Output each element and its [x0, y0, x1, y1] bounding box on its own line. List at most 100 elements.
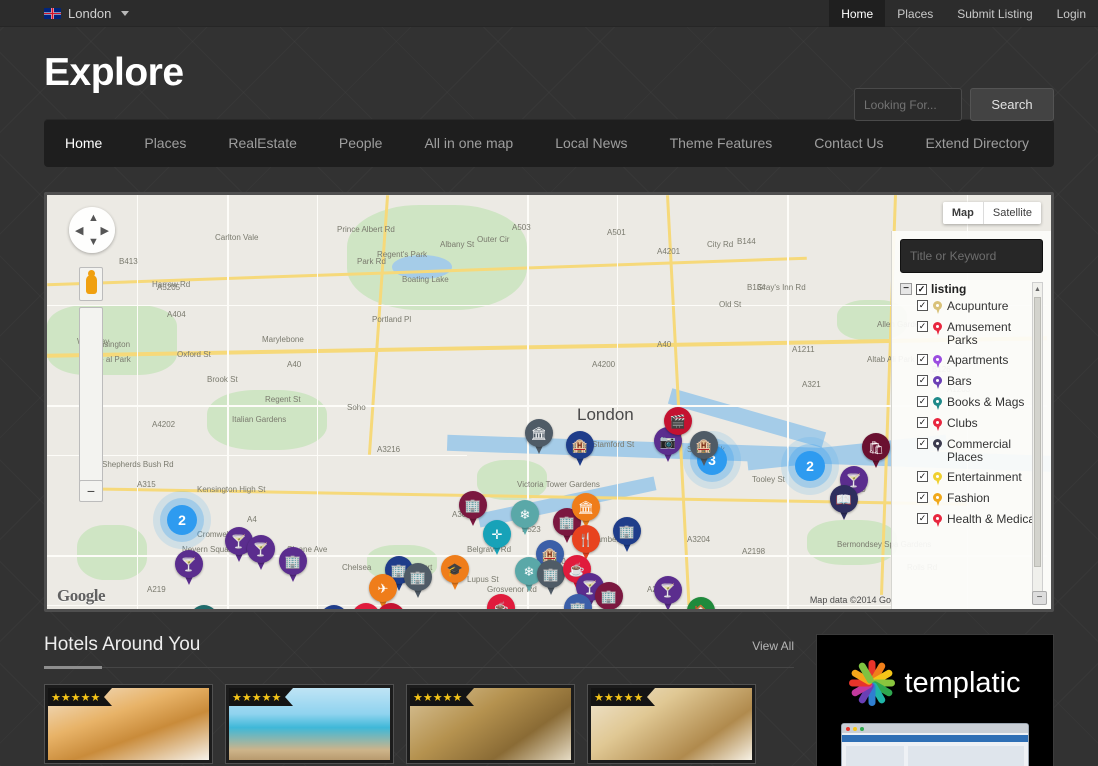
topnav-item-submit-listing[interactable]: Submit Listing: [945, 0, 1044, 27]
map-pin[interactable]: ☕: [487, 594, 515, 609]
map-pin[interactable]: 🏢: [404, 563, 432, 600]
map-pin[interactable]: 🏨: [566, 431, 594, 468]
category-label: Books & Mags: [947, 395, 1025, 409]
templatic-screenshot: [841, 723, 1029, 766]
food-plate-photo[interactable]: ★★★★★: [48, 688, 209, 760]
nav-item-places[interactable]: Places: [123, 119, 207, 167]
hotel-bedroom-photo[interactable]: ★★★★★: [591, 688, 752, 760]
category-checkbox[interactable]: ✓: [917, 438, 928, 449]
hotel-card[interactable]: ★★★★★: [587, 684, 756, 764]
category-tree-root[interactable]: − ✓ listing: [900, 282, 1043, 296]
category-row[interactable]: ✓ Apartments: [917, 354, 1043, 368]
map-pin[interactable]: 📖: [830, 485, 858, 522]
nav-item-people[interactable]: People: [318, 119, 404, 167]
category-row[interactable]: ✓ Entertainment: [917, 471, 1043, 485]
nav-item-local-news[interactable]: Local News: [534, 119, 648, 167]
category-row[interactable]: ✓ Books & Mags: [917, 396, 1043, 410]
category-checkbox[interactable]: ✓: [917, 471, 928, 482]
scroll-up-icon[interactable]: ▲: [1034, 285, 1041, 295]
map-pin[interactable]: 🏠: [687, 597, 715, 609]
map-pin[interactable]: 🏢: [595, 582, 623, 609]
map-pin[interactable]: 🛍: [862, 433, 890, 470]
city-selector[interactable]: London: [44, 6, 130, 21]
beach-resort-photo[interactable]: ★★★★★: [229, 688, 390, 760]
map-label: B144: [737, 237, 756, 246]
map-pin[interactable]: ☎: [190, 605, 218, 609]
map-pin[interactable]: 🍸: [247, 535, 275, 572]
street-view-pegman-icon[interactable]: [79, 267, 103, 301]
star-rating-ribbon: ★★★★★: [229, 688, 294, 706]
category-row[interactable]: ✓ Amusement Parks: [917, 321, 1043, 347]
map-pin[interactable]: ⊖: [320, 605, 348, 609]
category-row[interactable]: ✓ Commercial Places: [917, 438, 1043, 464]
pan-control-icon[interactable]: ▲ ▼ ◀ ▶: [69, 207, 115, 253]
map-pin[interactable]: 🏢: [613, 517, 641, 554]
map-cluster-marker[interactable]: 2: [167, 505, 197, 535]
topnav-item-login[interactable]: Login: [1045, 0, 1098, 27]
map-widget[interactable]: Carlton Vale B413 A5205 Harrow Rd Kensington…: [44, 192, 1054, 612]
listing-checkbox[interactable]: ✓: [916, 283, 927, 295]
category-checkbox[interactable]: ✓: [917, 300, 928, 311]
category-checkbox[interactable]: ✓: [917, 513, 928, 524]
category-scrollbar[interactable]: ▲: [1032, 282, 1043, 594]
nav-item-extend-directory[interactable]: Extend Directory: [905, 119, 1050, 167]
category-row[interactable]: ✓ Health & Medical: [917, 513, 1043, 527]
map-pin[interactable]: 🍸: [175, 550, 203, 587]
category-checkbox[interactable]: ✓: [917, 354, 928, 365]
map-pin[interactable]: 🍸: [654, 576, 682, 609]
map-pin[interactable]: 🏛: [525, 419, 553, 456]
map-label: A3216: [377, 445, 401, 454]
category-checkbox[interactable]: ✓: [917, 492, 928, 503]
map-filter-panel: − ✓ listing ✓Acupunture✓Amusement Parks✓…: [891, 231, 1051, 609]
search-input[interactable]: [854, 88, 962, 121]
zoom-out-button[interactable]: −: [79, 480, 103, 502]
zoom-slider[interactable]: [79, 307, 103, 482]
map-road: [527, 195, 529, 609]
map-cluster-marker[interactable]: 2: [795, 451, 825, 481]
view-all-link[interactable]: View All: [752, 639, 794, 653]
section-title: Hotels Around You: [44, 634, 201, 655]
nav-item-home[interactable]: Home: [44, 119, 123, 167]
category-label: Commercial Places: [947, 437, 1012, 464]
hotel-card[interactable]: ★★★★★: [225, 684, 394, 764]
templatic-starburst-icon: [849, 660, 896, 706]
nav-item-theme-features[interactable]: Theme Features: [649, 119, 794, 167]
hotel-card[interactable]: ★★★★★: [406, 684, 575, 764]
scrollbar-thumb[interactable]: [1034, 297, 1041, 567]
topnav-item-places[interactable]: Places: [885, 0, 945, 27]
category-pin-icon: [933, 418, 942, 431]
map-keyword-input[interactable]: [900, 239, 1043, 273]
category-list: ✓ Acupunture ✓ Amusement Parks ✓ Apartments ✓ B…: [900, 300, 1043, 527]
templatic-ad-widget[interactable]: templatic: [816, 634, 1054, 766]
category-checkbox[interactable]: ✓: [917, 396, 928, 407]
map-label: A404: [167, 310, 186, 319]
category-row[interactable]: ✓ Acupunture: [917, 300, 1043, 314]
nav-item-all-in-one-map[interactable]: All in one map: [403, 119, 534, 167]
map-label: A3204: [687, 535, 711, 544]
collapse-tree-icon[interactable]: −: [900, 283, 912, 295]
screenshot-titlebar: [842, 724, 1028, 733]
site-logo[interactable]: Explore: [44, 51, 184, 95]
hotel-card[interactable]: ★★★★★: [44, 684, 213, 764]
category-row[interactable]: ✓ Bars: [917, 375, 1043, 389]
map-label: A4201: [657, 247, 681, 256]
category-row[interactable]: ✓ Fashion: [917, 492, 1043, 506]
nav-item-realestate[interactable]: RealEstate: [207, 119, 317, 167]
map-pin[interactable]: 🎓: [441, 555, 469, 592]
map-label: A40: [287, 360, 302, 369]
category-checkbox[interactable]: ✓: [917, 321, 928, 332]
map-pin[interactable]: 🏢: [279, 547, 307, 584]
category-checkbox[interactable]: ✓: [917, 417, 928, 428]
search-button[interactable]: Search: [970, 88, 1054, 121]
panel-collapse-button[interactable]: −: [1032, 591, 1047, 605]
map-pin[interactable]: ❄: [511, 500, 539, 537]
hotel-suite-photo[interactable]: ★★★★★: [410, 688, 571, 760]
map-pin[interactable]: 🏢: [537, 560, 565, 597]
category-checkbox[interactable]: ✓: [917, 375, 928, 386]
category-row[interactable]: ✓ Clubs: [917, 417, 1043, 431]
topnav-item-home[interactable]: Home: [829, 0, 886, 27]
map-type-satellite-button[interactable]: Satellite: [983, 202, 1041, 224]
map-pin[interactable]: ✛: [483, 520, 511, 557]
nav-item-contact-us[interactable]: Contact Us: [793, 119, 904, 167]
map-type-map-button[interactable]: Map: [942, 202, 984, 224]
